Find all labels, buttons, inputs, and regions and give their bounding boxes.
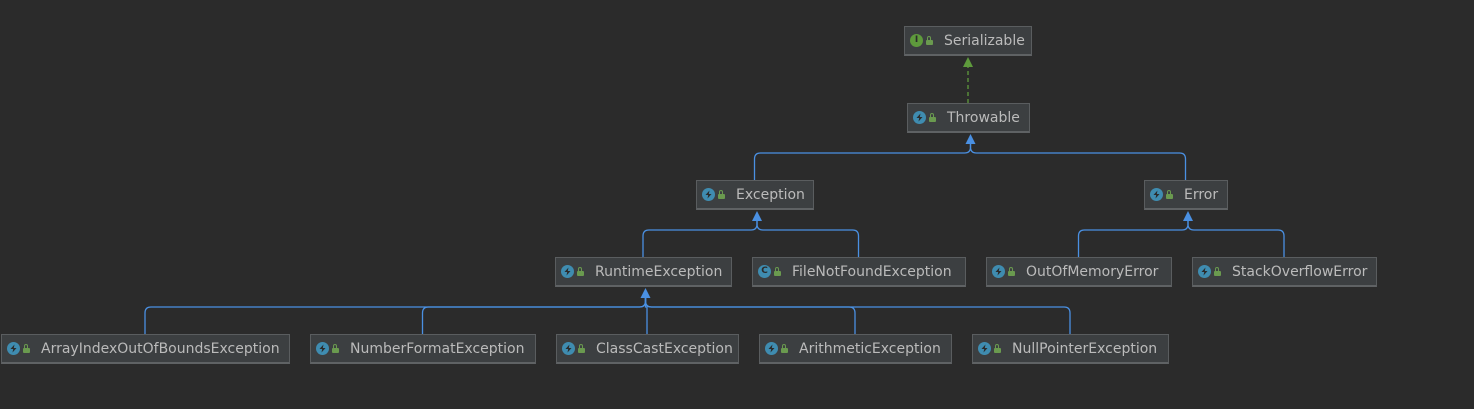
edge-exception-extends-throwable xyxy=(753,139,972,180)
arrowhead-runtime-exception xyxy=(640,288,651,298)
abstract-class-icon xyxy=(702,188,715,201)
node-runtime-exception[interactable]: RuntimeException xyxy=(555,257,732,287)
abstract-class-icon xyxy=(992,265,1005,278)
node-label: OutOfMemoryError xyxy=(1026,263,1159,280)
node-label: NumberFormatException xyxy=(350,340,525,357)
node-label: Throwable xyxy=(947,109,1020,126)
node-label: NullPointerException xyxy=(1012,340,1158,357)
node-label: FileNotFoundException xyxy=(792,263,952,280)
node-label: Serializable xyxy=(944,32,1025,49)
public-access-icon xyxy=(781,344,788,353)
node-stack-overflow-error[interactable]: StackOverflowError xyxy=(1192,257,1377,287)
arrowhead-exception xyxy=(752,211,762,221)
edge-array-index-out-of-bounds-exception-extends-runtime-exception xyxy=(144,293,647,334)
class-hierarchy-diagram: I Serializable Throwable Exception Error… xyxy=(0,0,1474,409)
node-label: StackOverflowError xyxy=(1232,263,1368,280)
edge-stack-overflow-error-extends-error xyxy=(1187,216,1285,257)
public-access-icon xyxy=(926,36,933,45)
node-number-format-exception[interactable]: NumberFormatException xyxy=(310,334,536,364)
node-file-not-found-exception[interactable]: C FileNotFoundException xyxy=(752,257,966,287)
node-arithmetic-exception[interactable]: ArithmeticException xyxy=(759,334,952,364)
public-access-icon xyxy=(929,113,936,122)
node-out-of-memory-error[interactable]: OutOfMemoryError xyxy=(986,257,1172,287)
edge-file-not-found-exception-extends-exception xyxy=(756,216,860,257)
edge-number-format-exception-extends-runtime-exception xyxy=(421,293,647,334)
node-label: Exception xyxy=(736,186,805,203)
edge-runtime-exception-extends-exception xyxy=(642,216,758,257)
interface-icon: I xyxy=(910,34,923,47)
public-access-icon xyxy=(1166,190,1173,199)
public-access-icon xyxy=(774,267,781,276)
node-class-cast-exception[interactable]: ClassCastException xyxy=(556,334,739,364)
abstract-class-icon xyxy=(561,265,574,278)
node-label: RuntimeException xyxy=(595,263,723,280)
node-array-index-out-of-bounds-exception[interactable]: ArrayIndexOutOfBoundsException xyxy=(1,334,290,364)
abstract-class-icon xyxy=(1150,188,1163,201)
edge-out-of-memory-error-extends-error xyxy=(1077,216,1189,257)
public-access-icon xyxy=(1214,267,1221,276)
class-icon: C xyxy=(758,265,771,278)
node-label: ArithmeticException xyxy=(799,340,941,357)
public-access-icon xyxy=(577,267,584,276)
public-access-icon xyxy=(718,190,725,199)
node-error[interactable]: Error xyxy=(1144,180,1228,210)
abstract-class-icon xyxy=(562,342,575,355)
node-exception[interactable]: Exception xyxy=(696,180,814,210)
abstract-class-icon xyxy=(913,111,926,124)
node-serializable[interactable]: I Serializable xyxy=(904,26,1032,56)
public-access-icon xyxy=(578,344,585,353)
node-label: Error xyxy=(1184,186,1219,203)
abstract-class-icon xyxy=(765,342,778,355)
node-label: ArrayIndexOutOfBoundsException xyxy=(41,340,280,357)
node-null-pointer-exception[interactable]: NullPointerException xyxy=(972,334,1169,364)
node-label: ClassCastException xyxy=(596,340,733,357)
public-access-icon xyxy=(23,344,30,353)
arrowhead-error xyxy=(1183,211,1193,221)
abstract-class-icon xyxy=(316,342,329,355)
node-throwable[interactable]: Throwable xyxy=(907,103,1030,133)
abstract-class-icon xyxy=(978,342,991,355)
edge-error-extends-throwable xyxy=(969,139,1187,180)
public-access-icon xyxy=(332,344,339,353)
public-access-icon xyxy=(994,344,1001,353)
edge-arithmetic-exception-extends-runtime-exception xyxy=(644,293,856,334)
edge-null-pointer-exception-extends-runtime-exception xyxy=(644,293,1071,334)
public-access-icon xyxy=(1008,267,1015,276)
arrowhead-serializable xyxy=(963,57,973,67)
abstract-class-icon xyxy=(1198,265,1211,278)
abstract-class-icon xyxy=(7,342,20,355)
arrowhead-throwable xyxy=(965,134,976,144)
